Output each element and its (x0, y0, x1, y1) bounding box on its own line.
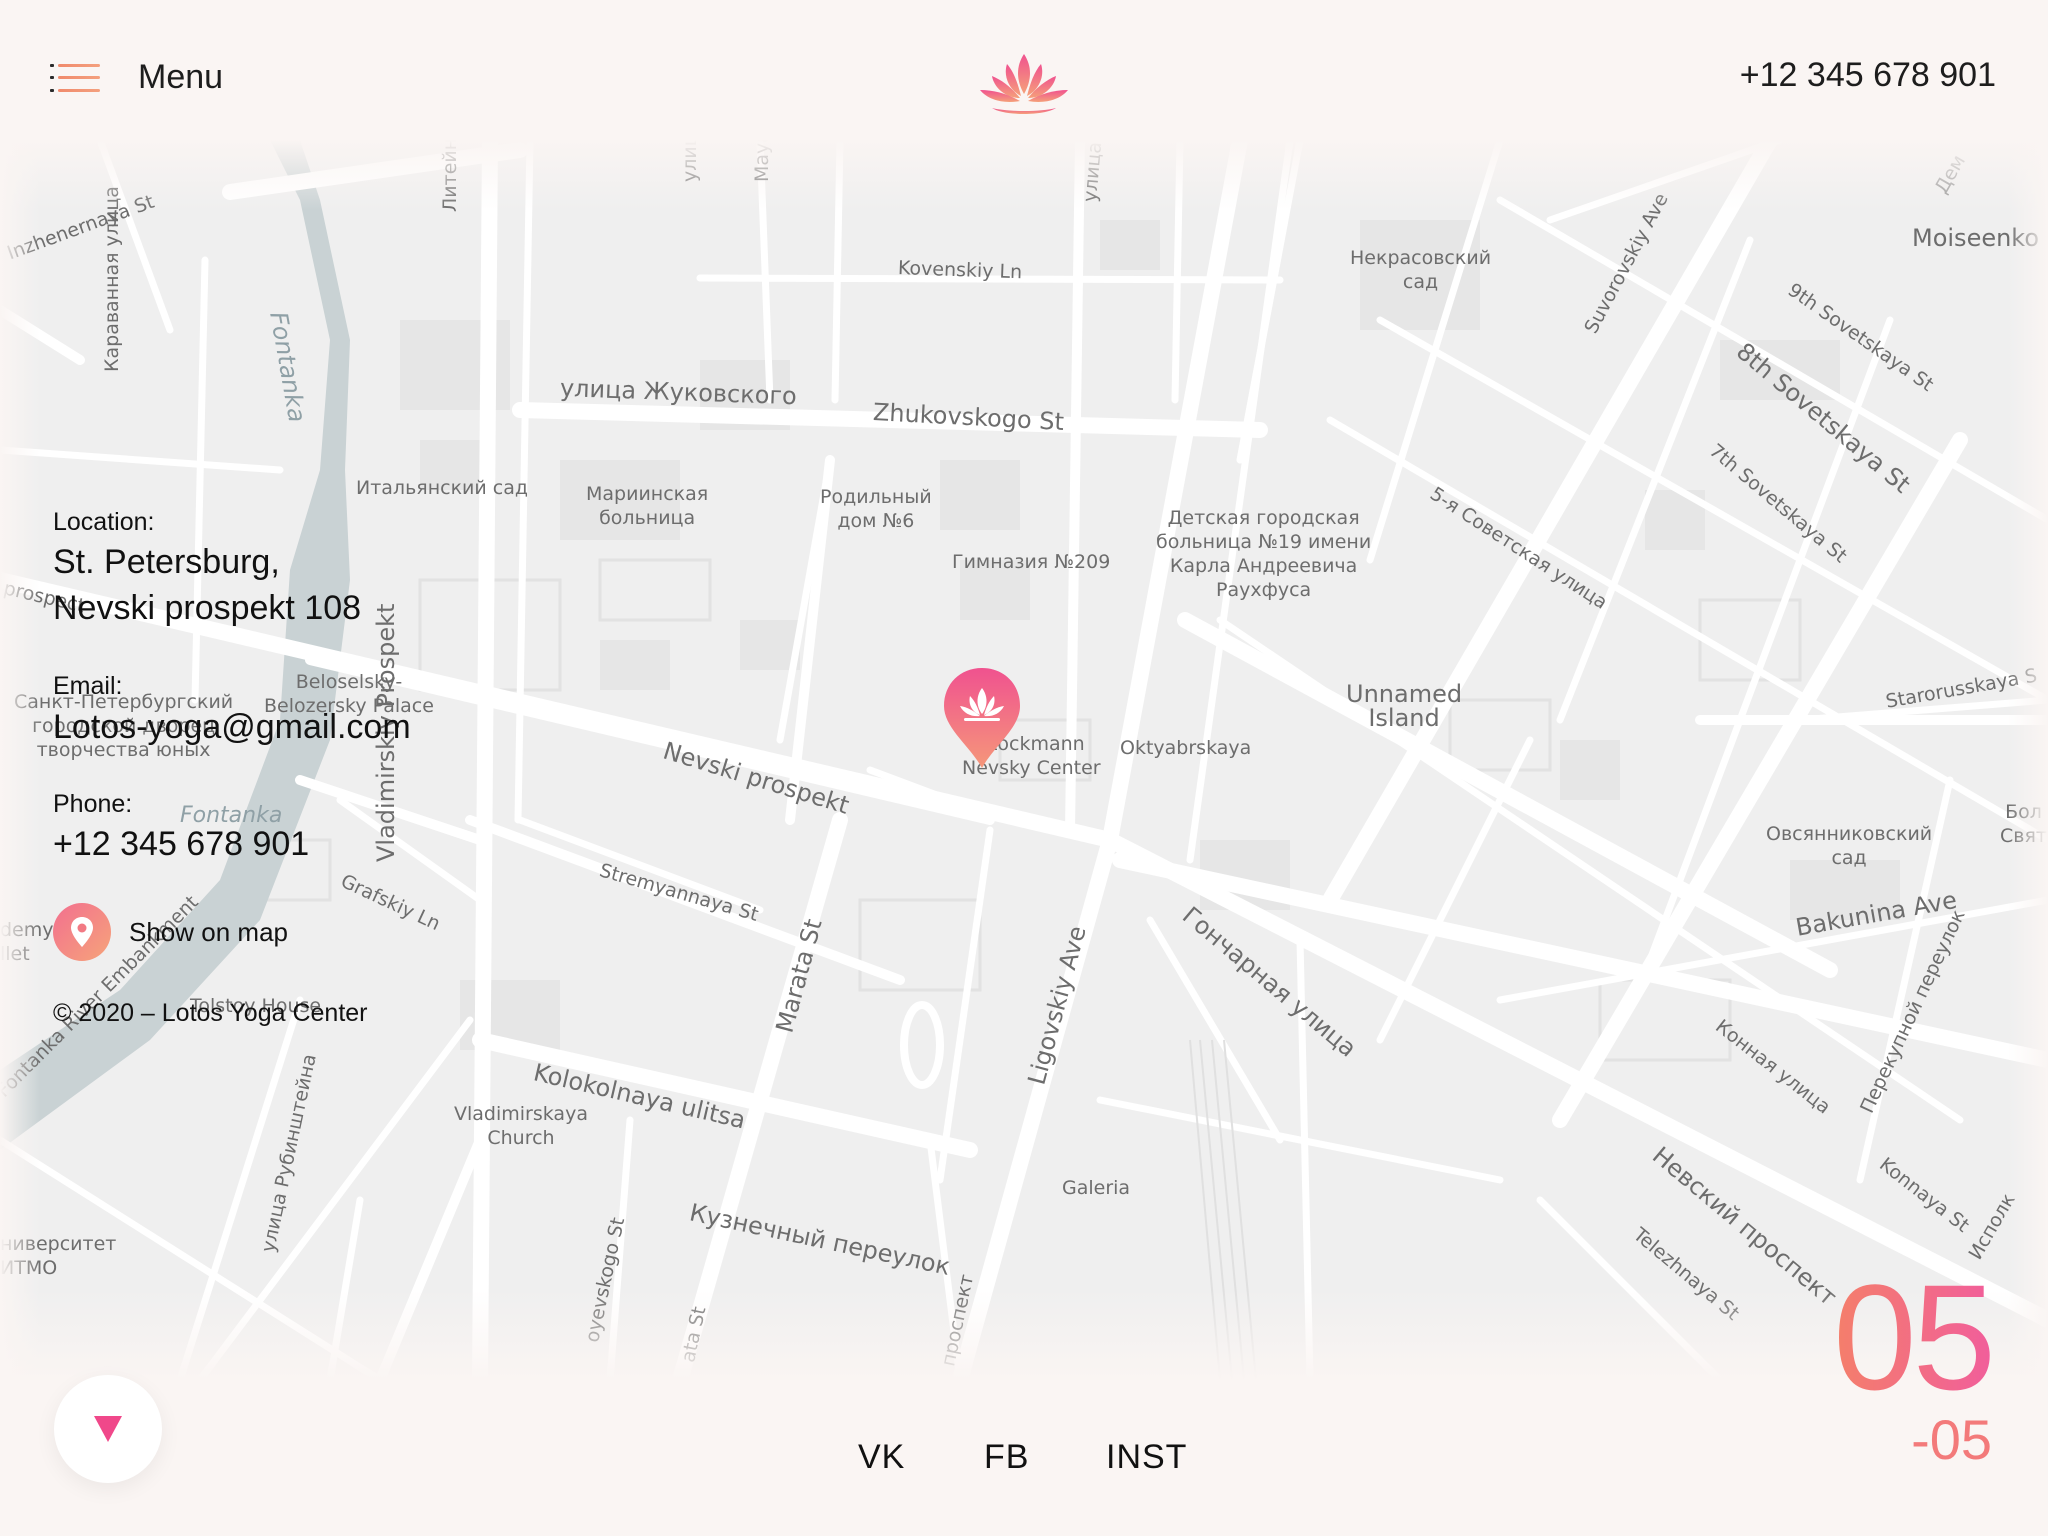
map-label: Мариинская больница (586, 483, 709, 529)
map-label: Oktyabrskaya (1120, 737, 1252, 759)
social-link-vk[interactable]: VK (858, 1438, 905, 1477)
location-label: Location: (53, 508, 155, 536)
map-label: улица Чехова (678, 140, 702, 182)
map-label: ниверситет ИТМО (0, 1233, 117, 1279)
email-label: Email: (53, 672, 123, 700)
map-label: Kovenskiy Ln (897, 257, 1023, 284)
page: Inzhenernaya St Fontanka Караванная улиц… (0, 0, 2048, 1536)
map-label: Galeria (1062, 1177, 1131, 1199)
map-label: Итальянский сад (356, 477, 529, 499)
map-label: Mayakovskogo St (750, 140, 774, 182)
social-link-inst[interactable]: INST (1106, 1438, 1187, 1477)
map-label: Moiseenko S (1912, 224, 2048, 252)
hamburger-icon[interactable] (50, 58, 106, 98)
phone-link[interactable]: +12 345 678 901 (53, 821, 309, 867)
map-label: Бол Свят (2000, 801, 2047, 847)
show-on-map-label: Show on map (129, 917, 288, 947)
map-label: Овсянниковский сад (1766, 823, 1933, 869)
header: Menu +12 345 678 901 (0, 0, 2048, 140)
location-line2: Nevski prospekt 108 (53, 589, 362, 627)
arrow-down-icon (94, 1416, 122, 1442)
map-label: Гимназия №209 (952, 551, 1111, 573)
lotus-marker-icon[interactable] (942, 666, 1022, 770)
page-counter-current: 05 (1833, 1253, 1996, 1421)
lotus-icon[interactable] (974, 50, 1074, 120)
map[interactable]: Inzhenernaya St Fontanka Караванная улиц… (0, 140, 2048, 1380)
menu-label[interactable]: Menu (138, 58, 223, 97)
map-label: Unnamed Island (1346, 680, 1463, 732)
map-label: Караванная улица (101, 186, 123, 372)
social-link-fb[interactable]: FB (984, 1438, 1029, 1477)
phone-label: Phone: (53, 790, 133, 818)
email-link[interactable]: Lotos-yoga@gmail.com (53, 704, 411, 750)
map-label: Vladimirskaya Church (454, 1103, 588, 1149)
map-label: demy llet (0, 919, 54, 965)
page-counter-total: -05 (1911, 1408, 1992, 1471)
scroll-down-button[interactable] (54, 1375, 162, 1483)
header-phone-link[interactable]: +12 345 678 901 (1740, 56, 1996, 95)
map-label: Детская городская больница №19 имени Кар… (1156, 507, 1372, 601)
location-line1: St. Petersburg, (53, 543, 280, 581)
map-label: Некрасовский сад (1350, 247, 1492, 293)
copyright: © 2020 – Lotos Yoga Center (53, 999, 368, 1027)
map-label: Литейный пр (439, 140, 461, 212)
location-pin-icon (53, 903, 111, 961)
map-label: Родильный дом №6 (820, 486, 932, 532)
